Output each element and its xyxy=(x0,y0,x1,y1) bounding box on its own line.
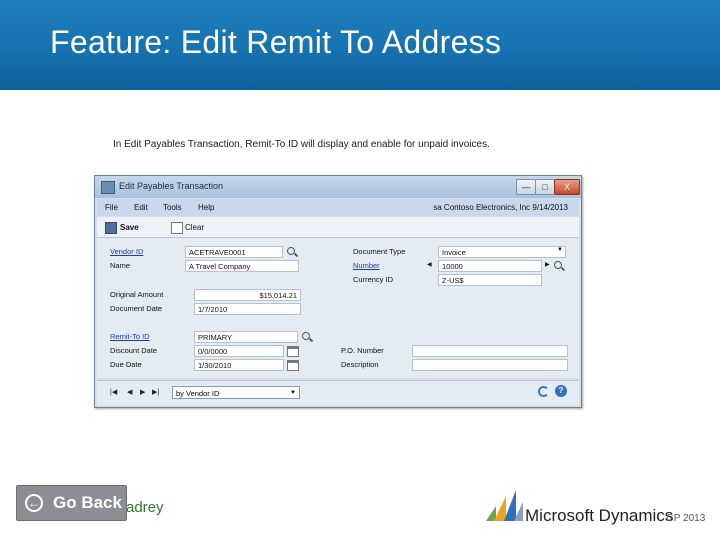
slide-header: Feature: Edit Remit To Address xyxy=(0,0,720,90)
company-info: sa Contoso Electronics, Inc 9/14/2013 xyxy=(433,203,568,212)
document-type-select[interactable]: Invoice xyxy=(438,246,566,258)
menu-help[interactable]: Help xyxy=(198,203,214,212)
next-number-icon[interactable]: ▶ xyxy=(545,261,550,268)
original-amount-field[interactable]: $15,014.21 xyxy=(194,289,301,301)
menu-edit[interactable]: Edit xyxy=(134,203,148,212)
due-date-calendar-icon[interactable] xyxy=(287,360,299,371)
sort-by-value: by Vendor ID xyxy=(176,389,220,398)
prev-number-icon[interactable]: ◀ xyxy=(427,261,432,268)
due-date-label: Due Date xyxy=(110,360,142,369)
discount-date-calendar-icon[interactable] xyxy=(287,346,299,357)
chevron-down-icon: ▼ xyxy=(290,390,296,396)
document-type-label: Document Type xyxy=(353,247,406,256)
edit-payables-window: Edit Payables Transaction — □ X File Edi… xyxy=(94,175,582,408)
due-date-field[interactable]: 1/30/2010 xyxy=(194,359,284,371)
menu-tools[interactable]: Tools xyxy=(163,203,182,212)
remit-to-lookup-icon[interactable] xyxy=(302,332,314,343)
name-label: Name xyxy=(110,261,131,270)
go-back-button[interactable]: ← Go Back xyxy=(16,485,127,521)
vendor-id-field[interactable]: ACETRAVE0001 xyxy=(185,246,283,258)
minimize-button[interactable]: — xyxy=(516,179,536,195)
description-label: Description xyxy=(341,360,379,369)
document-date-field[interactable]: 1/7/2010 xyxy=(194,303,301,315)
maximize-button[interactable]: □ xyxy=(535,179,555,195)
record-navigation: |◀ ◀ ▶ ▶| by Vendor ID ▼ ? xyxy=(97,380,579,405)
discount-date-field[interactable]: 0/0/0000 xyxy=(194,345,284,357)
po-number-field[interactable] xyxy=(412,345,568,357)
microsoft-dynamics-logo-icon xyxy=(486,490,523,521)
slide-title: Feature: Edit Remit To Address xyxy=(50,24,502,60)
back-arrow-icon: ← xyxy=(25,494,43,512)
dropdown-arrow-icon[interactable]: ▼ xyxy=(557,247,563,253)
app-icon xyxy=(101,181,115,194)
help-icon[interactable]: ? xyxy=(555,385,567,397)
refresh-icon[interactable] xyxy=(538,386,549,397)
remit-to-id-label[interactable]: Remit-To ID xyxy=(110,332,150,341)
go-back-label: Go Back xyxy=(53,493,122,512)
toolbar: Save Clear xyxy=(97,217,579,238)
clear-button[interactable]: Clear xyxy=(185,223,204,232)
sort-by-select[interactable]: by Vendor ID ▼ xyxy=(172,386,300,399)
number-field[interactable]: 10000 xyxy=(438,260,542,272)
last-record-icon[interactable]: ▶| xyxy=(152,388,159,396)
close-button[interactable]: X xyxy=(554,179,580,195)
vendor-lookup-icon[interactable] xyxy=(287,247,299,258)
prev-record-icon[interactable]: ◀ xyxy=(127,388,132,396)
description-field[interactable] xyxy=(412,359,568,371)
vendor-id-label[interactable]: Vendor ID xyxy=(110,247,143,256)
remit-to-id-field[interactable]: PRIMARY xyxy=(194,331,298,343)
gp-version-text: GP 2013 xyxy=(666,513,706,524)
menu-bar: File Edit Tools Help sa Contoso Electron… xyxy=(97,199,579,216)
original-amount-label: Original Amount xyxy=(110,290,164,299)
number-lookup-icon[interactable] xyxy=(554,261,566,272)
discount-date-label: Discount Date xyxy=(110,346,158,355)
window-titlebar[interactable]: Edit Payables Transaction — □ X xyxy=(95,176,581,198)
save-icon[interactable] xyxy=(105,222,117,234)
currency-id-label: Currency ID xyxy=(353,275,394,284)
menu-file[interactable]: File xyxy=(105,203,118,212)
name-field[interactable]: A Travel Company xyxy=(185,260,299,272)
document-date-label: Document Date xyxy=(110,304,163,313)
po-number-label: P.O. Number xyxy=(341,346,384,355)
clear-icon[interactable] xyxy=(171,222,183,234)
microsoft-dynamics-text: Microsoft Dynamics xyxy=(525,506,674,525)
transaction-form: Vendor ID ACETRAVE0001 Name A Travel Com… xyxy=(97,238,579,378)
number-label[interactable]: Number xyxy=(353,261,380,270)
first-record-icon[interactable]: |◀ xyxy=(110,388,117,396)
next-record-icon[interactable]: ▶ xyxy=(140,388,145,396)
currency-id-field[interactable]: Z-US$ xyxy=(438,274,542,286)
brand-logo-text: adrey xyxy=(126,499,164,516)
save-button[interactable]: Save xyxy=(120,223,139,232)
slide-caption: In Edit Payables Transaction, Remit-To I… xyxy=(113,139,490,150)
window-title: Edit Payables Transaction xyxy=(119,181,224,191)
